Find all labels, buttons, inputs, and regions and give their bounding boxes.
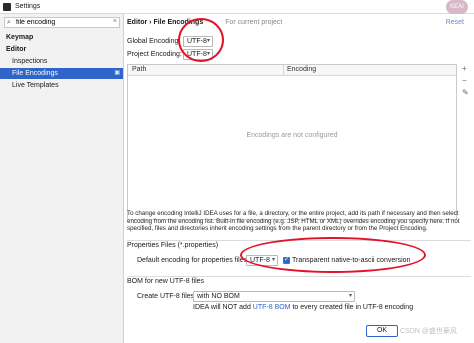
scope-label: For current project <box>225 19 283 26</box>
avatar[interactable]: KEAI <box>446 0 468 14</box>
bom-dropdown[interactable]: with NO BOM ▾ <box>193 291 355 302</box>
bom-value: with NO BOM <box>197 293 240 300</box>
watermark: CSDN @盛世豪风 <box>400 328 457 335</box>
column-divider[interactable] <box>283 65 284 76</box>
utf8-bom-link[interactable]: UTF-8 BOM <box>253 304 291 311</box>
search-icon: ⌕ <box>7 19 11 26</box>
title-bar: Settings KEAI <box>0 0 474 14</box>
edit-icon[interactable]: ✎ <box>462 88 469 97</box>
column-path[interactable]: Path <box>132 66 146 73</box>
annotation-ellipse-encodings <box>178 18 224 62</box>
sidebar-item-keymap[interactable]: Keymap <box>0 32 123 43</box>
sidebar-item-editor[interactable]: Editor <box>0 44 123 55</box>
search-input[interactable] <box>16 18 110 27</box>
reset-link[interactable]: Reset <box>446 19 464 26</box>
bom-note: IDEA will NOT add UTF-8 BOM to every cre… <box>193 304 413 311</box>
bom-note-suffix: to every created file in UTF-8 encoding <box>292 304 414 311</box>
remove-icon[interactable]: − <box>462 76 467 85</box>
bom-note-prefix: IDEA will NOT add <box>193 304 251 311</box>
global-encoding-label: Global Encoding: <box>127 38 181 45</box>
settings-sidebar: ⌕ × Keymap Editor Inspections File Encod… <box>0 14 124 343</box>
search-box[interactable]: ⌕ × <box>4 17 120 28</box>
default-properties-encoding-label: Default encoding for properties files: <box>137 257 250 264</box>
divider <box>127 276 471 277</box>
properties-section-title: Properties Files (*.properties) <box>127 242 219 249</box>
bom-section-title: BOM for new UTF-8 files <box>127 278 205 285</box>
encodings-table[interactable]: Path Encoding Encodings are not configur… <box>127 64 457 220</box>
project-scope-icon: ▣ <box>114 70 120 76</box>
empty-table-text: Encodings are not configured <box>246 132 338 139</box>
table-header: Path Encoding <box>128 65 456 76</box>
clear-search-icon[interactable]: × <box>113 18 117 25</box>
help-text: To change encoding IntelliJ IDEA uses fo… <box>127 210 460 233</box>
add-icon[interactable]: + <box>462 64 467 73</box>
sidebar-item-label: Live Templates <box>12 82 59 89</box>
settings-content: Editor › File Encodings For current proj… <box>125 14 474 343</box>
project-encoding-label: Project Encoding: <box>127 51 182 58</box>
column-encoding[interactable]: Encoding <box>287 66 316 73</box>
sidebar-item-inspections[interactable]: Inspections <box>0 56 123 67</box>
window-title: Settings <box>15 3 41 10</box>
sidebar-item-label: Inspections <box>12 58 48 65</box>
sidebar-item-label: Keymap <box>6 34 34 41</box>
table-toolbar: + − ✎ <box>459 64 471 124</box>
chevron-down-icon: ▾ <box>348 293 352 299</box>
sidebar-item-file-encodings[interactable]: File Encodings ▣ <box>0 68 123 79</box>
sidebar-item-label: Editor <box>6 46 27 53</box>
annotation-ellipse-properties <box>240 237 426 273</box>
ok-button[interactable]: OK <box>366 325 398 337</box>
create-utf8-files-label: Create UTF-8 files: <box>137 293 197 300</box>
settings-app-icon <box>3 3 11 11</box>
sidebar-item-live-templates[interactable]: Live Templates <box>0 80 123 91</box>
sidebar-item-label: File Encodings <box>12 70 58 77</box>
